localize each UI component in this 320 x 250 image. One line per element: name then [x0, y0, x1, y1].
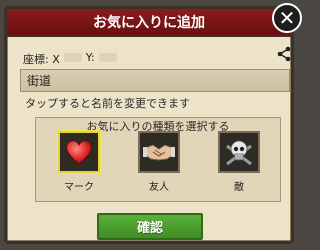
option-enemy-label: 敵 [234, 182, 244, 193]
confirm-button[interactable]: 確認 [97, 213, 203, 240]
favorite-type-panel: お気に入りの種類を選択する マーク 友人 敵 [35, 117, 281, 202]
add-favorite-dialog: お気に入りに追加 座標: X Y: 街道 タップすると名前を変更できます お気に… [4, 6, 294, 244]
handshake-icon [143, 144, 175, 161]
coord-x-value [63, 53, 82, 62]
option-friend[interactable]: 友人 [130, 131, 188, 201]
coord-y-label: Y: [85, 51, 95, 64]
option-mark-frame[interactable] [58, 131, 100, 173]
confirm-button-label: 確認 [136, 221, 163, 236]
share-icon[interactable] [277, 46, 291, 62]
dialog-title: お気に入りに追加 [93, 15, 205, 31]
dialog-title-bar: お気に入りに追加 [7, 9, 291, 37]
option-enemy[interactable]: 敵 [210, 131, 268, 201]
option-friend-frame[interactable] [138, 131, 180, 173]
heart-icon [66, 140, 92, 165]
favorite-name-value: 街道 [27, 74, 52, 88]
coordinates: 座標: X Y: [23, 51, 117, 67]
close-button[interactable]: ✕ [272, 3, 302, 33]
rename-hint: タップすると名前を変更できます [25, 97, 190, 110]
option-mark-label: マーク [64, 182, 94, 193]
option-friend-label: 友人 [149, 182, 169, 193]
coord-y-value [98, 53, 117, 62]
option-enemy-frame[interactable] [218, 131, 260, 173]
favorite-name-field[interactable]: 街道 [20, 69, 290, 92]
close-icon: ✕ [278, 6, 296, 30]
skull-icon [226, 140, 252, 166]
option-mark[interactable]: マーク [50, 131, 108, 201]
coord-x-label: 座標: X [23, 53, 60, 66]
